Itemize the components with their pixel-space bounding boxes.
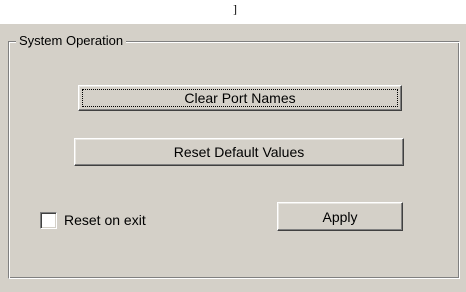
reset-default-values-button[interactable]: Reset Default Values xyxy=(74,138,404,166)
reset-on-exit-option[interactable]: Reset on exit xyxy=(40,211,146,229)
groupbox-title: System Operation xyxy=(16,33,127,49)
system-operation-panel: System Operation Clear Port Names Reset … xyxy=(0,24,466,292)
reset-default-values-label: Reset Default Values xyxy=(173,144,305,160)
clear-port-names-label: Clear Port Names xyxy=(184,90,296,106)
page: ] System Operation Clear Port Names Rese… xyxy=(0,0,466,292)
apply-label: Apply xyxy=(322,208,358,225)
stray-bracket-mark: ] xyxy=(233,2,237,16)
clear-port-names-button[interactable]: Clear Port Names xyxy=(78,85,402,111)
reset-on-exit-label[interactable]: Reset on exit xyxy=(64,211,146,229)
apply-button[interactable]: Apply xyxy=(277,202,403,231)
reset-on-exit-checkbox[interactable] xyxy=(40,211,57,229)
